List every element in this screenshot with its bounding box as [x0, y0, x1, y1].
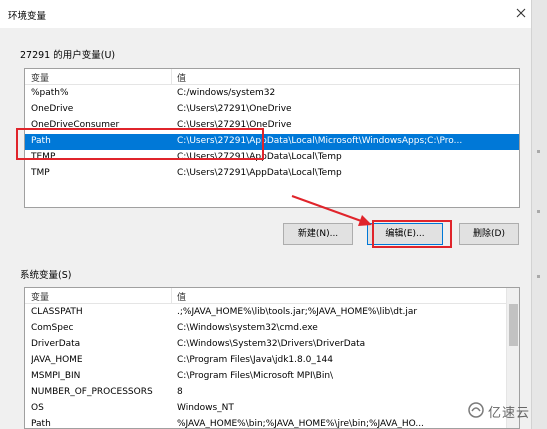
user-delete-button[interactable]: 删除(D): [459, 223, 519, 245]
variable-name: Path: [31, 136, 51, 146]
variable-name: DriverData: [31, 339, 81, 349]
variable-name: MSMPI_BIN: [31, 371, 81, 381]
variable-name: OS: [31, 403, 44, 413]
close-icon: [516, 8, 526, 18]
variable-value: .;%JAVA_HOME%\lib\tools.jar;%JAVA_HOME%\…: [177, 307, 418, 317]
variable-value: C:\Program Files\Java\jdk1.8.0_144: [177, 355, 334, 365]
window-title: 环境变量: [8, 11, 47, 22]
variable-value: C:\Users\27291\OneDrive: [177, 120, 292, 130]
scrollbar-thumb[interactable]: [509, 304, 518, 346]
edge-marker: [537, 210, 540, 213]
system-var-row[interactable]: CLASSPATH .;%JAVA_HOME%\lib\tools.jar;%JA…: [25, 305, 505, 321]
variable-name: TMP: [31, 168, 50, 178]
yisu-cloud-logo-icon: [468, 402, 484, 418]
user-var-row[interactable]: TMP C:\Users\27291\AppData\Local\Temp: [25, 166, 519, 182]
system-var-row[interactable]: MSMPI_BIN C:\Program Files\Microsoft MPI\…: [25, 369, 505, 385]
column-header-value[interactable]: 值: [177, 71, 186, 84]
variable-name: NUMBER_OF_PROCESSORS: [31, 387, 153, 397]
variable-value: C:\Windows\system32\cmd.exe: [177, 323, 318, 333]
user-var-row[interactable]: Path C:\Users\27291\AppData\Local\Microso…: [25, 134, 519, 150]
variable-value: C:\Users\27291\OneDrive: [177, 104, 292, 114]
variable-name: JAVA_HOME: [31, 355, 83, 365]
watermark-text: 亿速云: [488, 406, 531, 421]
variable-value: C:\Users\27291\AppData\Local\Temp: [177, 152, 342, 162]
system-var-row[interactable]: DriverData C:\Windows\System32\Drivers\Dr…: [25, 337, 505, 353]
system-var-row[interactable]: OS Windows_NT: [25, 401, 505, 417]
user-vars-list[interactable]: 变量 值 %path% C:/windows/system32 OneDrive C:…: [24, 68, 520, 208]
variable-value: %JAVA_HOME%\bin;%JAVA_HOME%\jre\bin;%JAV…: [177, 419, 424, 429]
user-var-row[interactable]: %path% C:/windows/system32: [25, 86, 519, 102]
variable-name: OneDrive: [31, 104, 74, 114]
edge-marker: [537, 275, 540, 278]
variable-name: ComSpec: [31, 323, 74, 333]
column-divider[interactable]: [171, 288, 172, 304]
variable-value: Windows_NT: [177, 403, 234, 413]
environment-variables-dialog: 环境变量 27291 的用户变量(U) 变量 值 %path% C:/window…: [0, 0, 531, 429]
system-vars-list-header: 变量 值: [25, 288, 506, 304]
close-button[interactable]: [512, 4, 530, 22]
variable-value: C:\Program Files\Microsoft MPI\Bin\: [177, 371, 334, 381]
user-vars-list-header: 变量 值: [25, 69, 519, 85]
column-header-variable[interactable]: 变量: [31, 71, 49, 84]
variable-value: C:/windows/system32: [177, 88, 276, 98]
variable-value: C:\Users\27291\AppData\Local\Microsoft\W…: [177, 136, 463, 146]
variable-name: TEMP: [31, 152, 56, 162]
user-var-row[interactable]: OneDriveConsumer C:\Users\27291\OneDrive: [25, 118, 519, 134]
user-vars-group-label: 27291 的用户变量(U): [20, 50, 116, 61]
system-var-row[interactable]: JAVA_HOME C:\Program Files\Java\jdk1.8.0_…: [25, 353, 505, 369]
variable-value: C:\Windows\System32\Drivers\DriverData: [177, 339, 366, 349]
user-var-row[interactable]: OneDrive C:\Users\27291\OneDrive: [25, 102, 519, 118]
system-var-row[interactable]: Path %JAVA_HOME%\bin;%JAVA_HOME%\jre\bin;…: [25, 417, 505, 429]
system-var-row[interactable]: NUMBER_OF_PROCESSORS 8: [25, 385, 505, 401]
column-header-value[interactable]: 值: [177, 290, 186, 303]
variable-name: OneDriveConsumer: [31, 120, 120, 130]
system-vars-group-label: 系统变量(S): [20, 270, 72, 281]
background-window-edge: [531, 0, 547, 429]
user-var-row[interactable]: TEMP C:\Users\27291\AppData\Local\Temp: [25, 150, 519, 166]
system-vars-list[interactable]: 变量 值 CLASSPATH .;%JAVA_HOME%\lib\tools.ja…: [24, 287, 520, 429]
title-bar: 环境变量: [0, 0, 531, 28]
column-divider[interactable]: [171, 69, 172, 85]
variable-value: 8: [177, 387, 183, 397]
user-edit-button[interactable]: 编辑(E)...: [367, 223, 443, 245]
variable-name: Path: [31, 419, 51, 429]
variable-name: CLASSPATH: [31, 307, 83, 317]
variable-name: %path%: [31, 88, 69, 98]
column-header-variable[interactable]: 变量: [31, 290, 49, 303]
user-new-button[interactable]: 新建(N)...: [283, 223, 353, 245]
edge-marker: [537, 150, 540, 153]
variable-value: C:\Users\27291\AppData\Local\Temp: [177, 168, 342, 178]
system-var-row[interactable]: ComSpec C:\Windows\system32\cmd.exe: [25, 321, 505, 337]
